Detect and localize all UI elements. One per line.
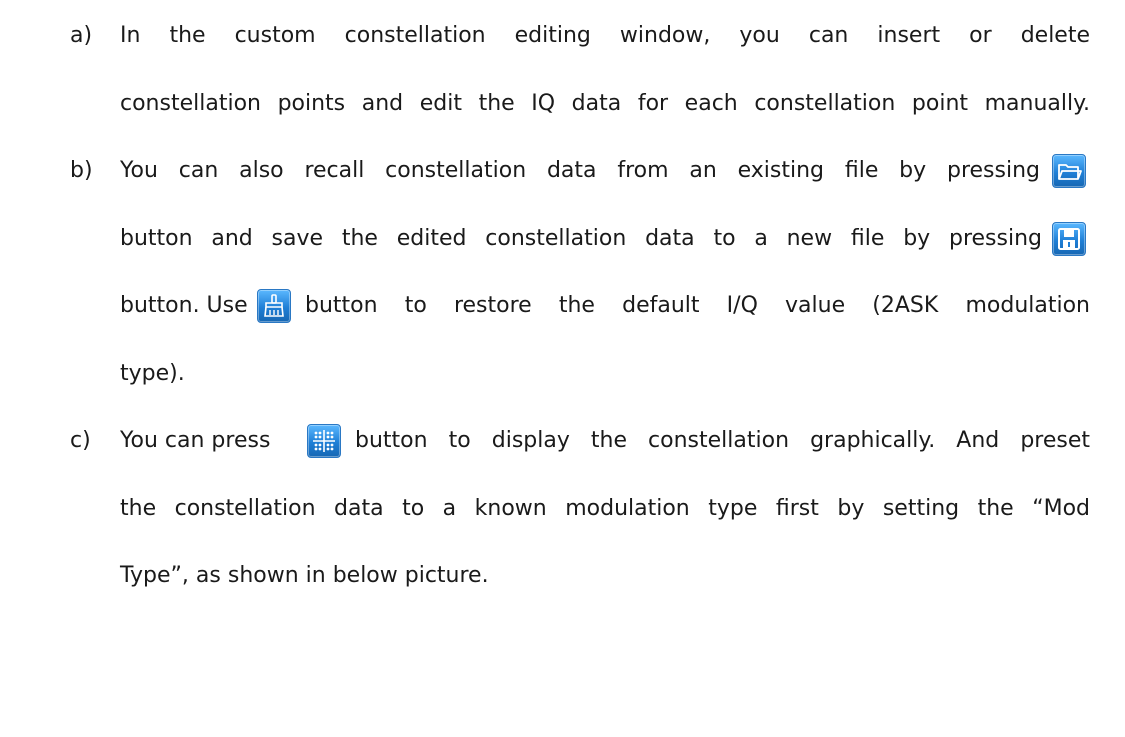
item-b-line-3a: button. Use [120,293,248,318]
broom-clear-icon[interactable] [257,289,291,323]
item-b-line-3b: button to restore the default I/Q value … [305,293,1090,318]
floppy-save-icon[interactable] [1052,222,1086,256]
item-b-line-2: button and save the edited constellation… [120,226,1042,251]
item-a-line-1: In the custom constellation editing wind… [120,23,1090,48]
constellation-grid-icon[interactable] [307,424,341,458]
item-b-line-1: You can also recall constellation data f… [120,158,1040,183]
list-marker: b) [70,158,93,183]
item-b-line-4: type). [120,361,185,386]
list-marker: a) [70,23,93,48]
item-c-line-3: Type”, as shown in below picture. [120,563,489,588]
item-c-line-1a: You can press [120,428,271,453]
folder-open-icon[interactable] [1052,154,1086,188]
list-marker: c) [70,428,91,453]
item-c-line-1b: button to display the constellation grap… [355,428,1090,453]
item-a-line-2: constellation points and edit the IQ dat… [120,91,1090,116]
item-c-line-2: the constellation data to a known modula… [120,496,1090,521]
